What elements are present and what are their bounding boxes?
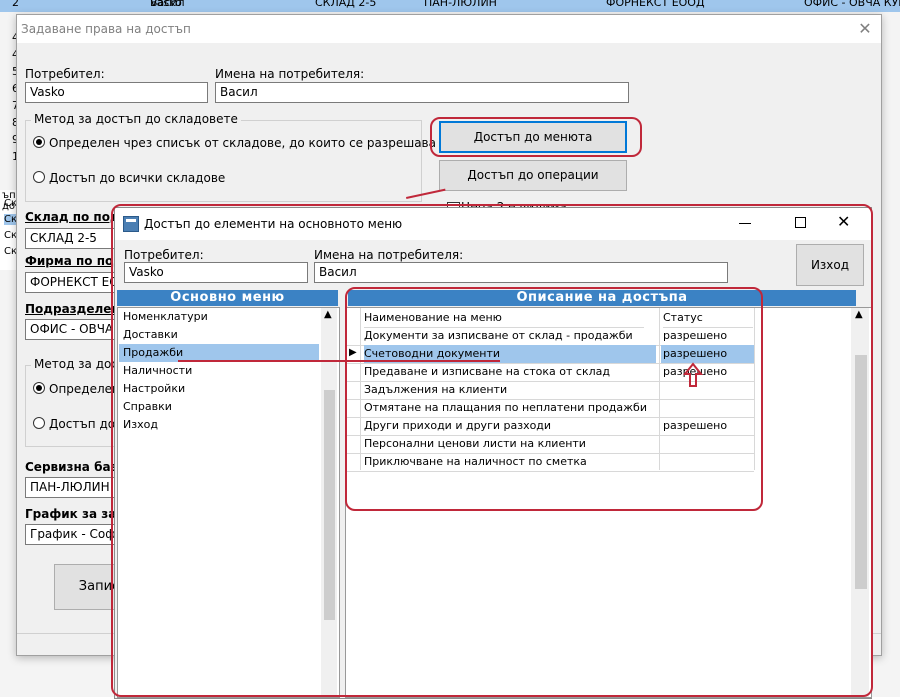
name-label: Имена на потребителя:	[215, 67, 365, 81]
grid-cell-num: 2	[12, 0, 19, 9]
background-grid-row[interactable]: 2 Vasko Васил СКЛАД 2-5 ПАН-ЛЮЛИН ФОРНЕКСТ ЕО…	[0, 0, 900, 12]
user-field[interactable]: Vasko	[25, 82, 208, 103]
window-title: Задаване права на достъп	[21, 22, 191, 36]
store-field[interactable]: СКЛАД 2-5	[25, 228, 125, 249]
store-method-title: Метод за достъп до складовете	[31, 112, 241, 126]
selection-underline	[178, 360, 500, 362]
background-left-column: ъп до Ск Ск Ск Ск	[0, 190, 18, 270]
store-method-group	[25, 120, 422, 202]
close-icon[interactable]: ✕	[855, 19, 875, 39]
firm-field[interactable]: ФОРНЕКСТ ЕО	[25, 272, 125, 293]
radio-all-stores[interactable]	[33, 171, 45, 183]
radio2-all[interactable]	[33, 417, 45, 429]
grid-cell-store: СКЛАД 2-5	[315, 0, 377, 9]
grid-cell-service: ПАН-ЛЮЛИН	[424, 0, 497, 9]
operations-access-button[interactable]: Достъп до операции	[439, 160, 627, 191]
schedule-field[interactable]: График - Софи	[25, 524, 125, 545]
name-field[interactable]: Васил	[215, 82, 629, 103]
grid-cell-name: Васил	[150, 0, 185, 9]
radio-store-list[interactable]	[33, 136, 45, 148]
grid-cell-company: ФОРНЕКСТ ЕООД	[606, 0, 705, 9]
radio-store-list-label[interactable]: Определен чрез списък от складове, до ко…	[49, 136, 485, 150]
user-label: Потребител:	[25, 67, 105, 81]
highlight-menu-button	[430, 117, 642, 157]
service-field[interactable]: ПАН-ЛЮЛИН	[25, 477, 125, 498]
radio2-list[interactable]	[33, 382, 45, 394]
up-arrow-icon	[683, 362, 703, 387]
grid-cell-dept: ОФИС - ОВЧА КУПЕ	[804, 0, 900, 9]
highlight-access-grid	[345, 287, 763, 511]
radio-all-stores-label[interactable]: Достъп до всички складове	[49, 171, 225, 185]
dept-field[interactable]: ОФИС - ОВЧА К	[25, 319, 125, 340]
title-bar: Задаване права на достъп ✕	[17, 15, 881, 43]
